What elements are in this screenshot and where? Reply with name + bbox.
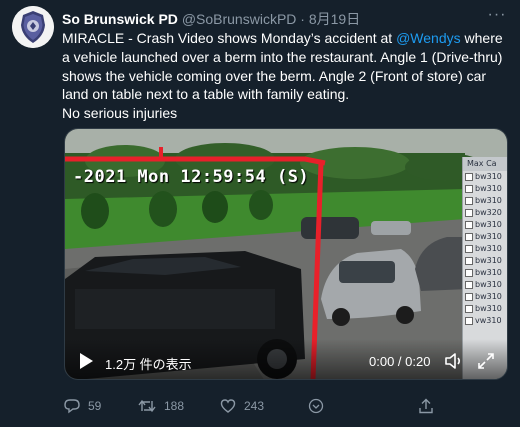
header-separator: · <box>300 11 305 27</box>
camera-list-item: bw310 <box>463 279 507 291</box>
mention-link[interactable]: @Wendys <box>396 30 461 46</box>
play-icon <box>80 353 93 369</box>
video-timestamp-overlay: -2021 Mon 12:59:54 (S) <box>73 167 310 187</box>
volume-button[interactable] <box>445 353 463 369</box>
fullscreen-button[interactable] <box>477 352 495 370</box>
tweet-text-part1: MIRACLE - Crash Video shows Monday’s acc… <box>62 30 397 46</box>
video-time: 0:00 / 0:20 <box>369 354 431 369</box>
camera-list-item: bw310 <box>463 255 507 267</box>
reply-icon <box>64 399 80 414</box>
video-player[interactable]: -2021 Mon 12:59:54 (S) Max Ca bw310 bw31… <box>64 128 508 380</box>
camera-list-item: bw310 <box>463 171 507 183</box>
checkbox-icon <box>465 305 473 313</box>
camera-list-item: vw310 <box>463 315 507 327</box>
camera-list-item: bw310 <box>463 291 507 303</box>
camera-list-item: bw310 <box>463 183 507 195</box>
checkbox-icon <box>465 209 473 217</box>
checkbox-icon <box>465 269 473 277</box>
like-count: 243 <box>244 399 265 413</box>
checkbox-icon <box>465 245 473 253</box>
camera-list-item: bw310 <box>463 303 507 315</box>
retweet-count: 188 <box>164 399 185 413</box>
checkbox-icon <box>465 317 473 325</box>
camera-list-item: bw310 <box>463 267 507 279</box>
more-options-button[interactable]: ··· <box>486 6 508 24</box>
camera-list-item: bw310 <box>463 231 507 243</box>
more-horizontal-icon: ··· <box>487 6 507 23</box>
checkbox-icon <box>465 185 473 193</box>
camera-list-item: bw310 <box>463 195 507 207</box>
police-badge-icon <box>12 6 54 48</box>
camera-list-header: Max Ca <box>463 157 507 171</box>
heart-icon <box>220 399 236 413</box>
tweet-text-last-line: No serious injuries <box>62 105 178 122</box>
fullscreen-icon <box>478 353 494 369</box>
camera-list-item: bw310 <box>463 219 507 231</box>
more-menu-button[interactable] <box>308 396 332 416</box>
reply-button[interactable]: 59 <box>64 396 101 416</box>
camera-list-item: bw310 <box>463 243 507 255</box>
tweet-card[interactable]: So Brunswick PD @SoBrunswickPD · 8月19日 ·… <box>0 0 520 427</box>
tweet-text: MIRACLE - Crash Video shows Monday’s acc… <box>62 29 508 123</box>
checkbox-icon <box>465 233 473 241</box>
share-icon <box>419 398 433 414</box>
avatar[interactable] <box>12 6 54 48</box>
checkbox-icon <box>465 293 473 301</box>
author-handle[interactable]: @SoBrunswickPD <box>182 11 297 27</box>
video-controls-bar: 1.2万 件の表示 0:00 / 0:20 <box>65 339 507 379</box>
reply-count: 59 <box>88 399 102 413</box>
share-button[interactable] <box>418 396 442 416</box>
checkbox-icon <box>465 281 473 289</box>
play-button[interactable] <box>79 353 93 369</box>
tweet-header: So Brunswick PD @SoBrunswickPD · 8月19日 <box>62 9 482 29</box>
like-button[interactable]: 243 <box>220 396 264 416</box>
retweet-icon <box>138 399 156 413</box>
checkbox-icon <box>465 221 473 229</box>
volume-icon <box>445 353 461 369</box>
checkbox-icon <box>465 257 473 265</box>
checkbox-icon <box>465 173 473 181</box>
checkbox-icon <box>465 197 473 205</box>
camera-list-item: bw320 <box>463 207 507 219</box>
view-count: 1.2万 件の表示 <box>105 357 192 372</box>
retweet-button[interactable]: 188 <box>138 396 184 416</box>
tweet-actions: 59 188 243 <box>62 396 502 416</box>
chevron-down-icon <box>308 398 324 414</box>
tweet-date[interactable]: 8月19日 <box>309 11 360 27</box>
author-name[interactable]: So Brunswick PD <box>62 11 178 27</box>
